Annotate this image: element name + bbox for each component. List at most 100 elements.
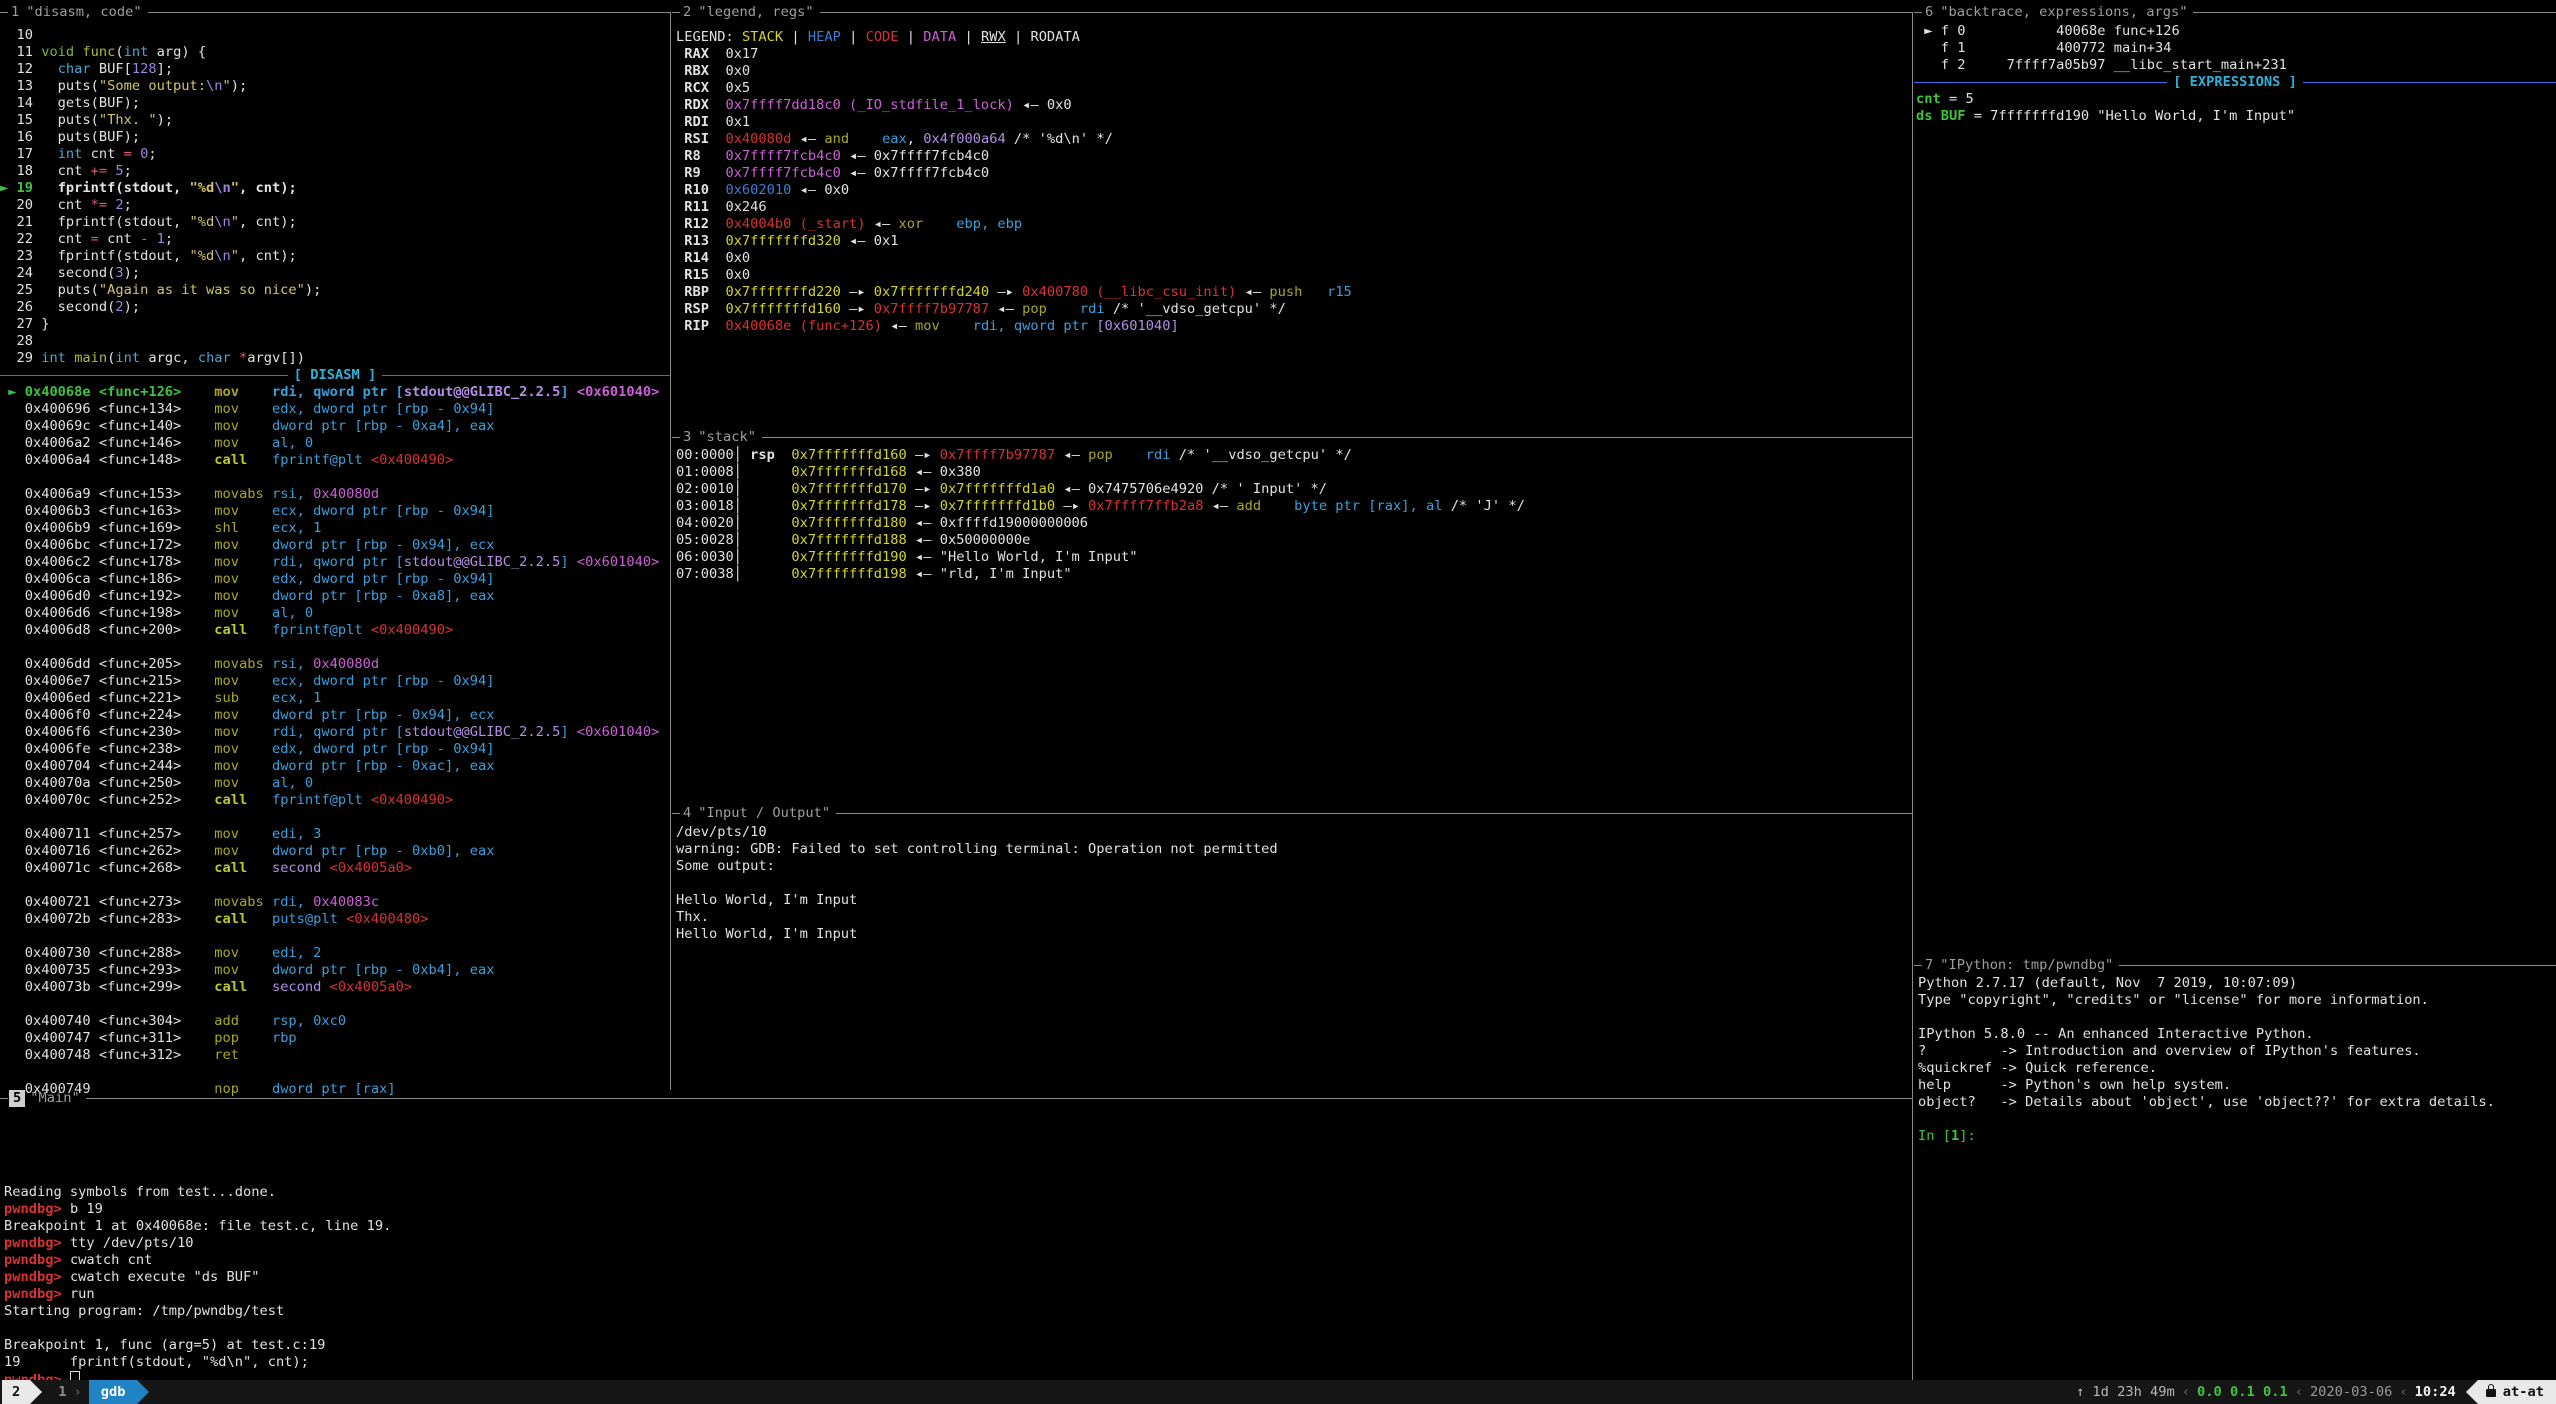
pane-backtrace-expressions[interactable]: 6"backtrace, expressions, args" ► f 0 40… <box>1914 0 2556 957</box>
window-tab-gdb[interactable]: gdb <box>89 1380 138 1404</box>
chevron-left-icon: ‹ <box>2182 1384 2190 1401</box>
text-segment: " <box>231 248 239 264</box>
pane-input-output[interactable]: 4"Input / Output" /dev/pts/10warning: GD… <box>672 805 1912 1090</box>
border-line <box>0 12 8 13</box>
text-segment: 0x7fffffffd180 <box>791 515 906 531</box>
text-segment: ? -> Introduction and overview of IPytho… <box>1918 1043 2421 1059</box>
terminal-row: 19 fprintf(stdout, "%d\n", cnt); <box>4 1354 1912 1371</box>
terminal-row: pwndbg> cwatch execute "ds BUF" <box>4 1269 1912 1286</box>
text-segment: 0x5 <box>725 80 750 96</box>
text-segment: ecx, dword ptr [rbp - 0x94] <box>272 673 495 689</box>
powerline-arrow-icon <box>30 1380 42 1404</box>
terminal-row: 0x4006fe <func+238> mov edx, dword ptr [… <box>0 741 670 758</box>
text-segment: ]: <box>1959 1128 1975 1144</box>
text-segment: <0x400490> <box>371 792 453 808</box>
pane-title-backtrace: 6"backtrace, expressions, args" <box>1914 4 2556 21</box>
terminal-row <box>0 639 670 656</box>
text-segment: —▸ <box>907 481 940 497</box>
text-segment: , cnt); <box>239 180 297 196</box>
text-segment: 0x7ffff7b97787 <box>874 301 989 317</box>
terminal-row: 0x4006a9 <func+153> movabs rsi, 0x40080d <box>0 486 670 503</box>
pane-number: 1 <box>9 4 21 21</box>
text-segment: In [ <box>1918 1128 1951 1144</box>
terminal-row: warning: GDB: Failed to set controlling … <box>676 841 1912 858</box>
load-average: 0.0 0.1 0.1 <box>2197 1384 2288 1401</box>
text-segment: ◂— 0xffffd19000000006 <box>907 515 1088 531</box>
terminal-row: R12 0x4004b0 (_start) ◂— xor ebp, ebp <box>676 216 1912 233</box>
text-segment <box>231 350 239 366</box>
hostname-segment: at-at <box>2478 1380 2556 1404</box>
pane-name: "disasm, code" <box>21 4 147 21</box>
text-segment: 0x7fffffffd220 <box>725 284 840 300</box>
text-segment: 13 puts( <box>0 78 99 94</box>
pane-legend-regs[interactable]: 2"legend, regs" LEGEND: STACK | HEAP | C… <box>672 0 1912 429</box>
terminal-row: f 2 7ffff7a05b97 __libc_start_main+231 <box>1916 57 2556 74</box>
expressions-section-divider: [ EXPRESSIONS ] <box>1914 74 2556 91</box>
text-segment: —▸ <box>907 447 940 463</box>
text-segment <box>1047 301 1080 317</box>
text-segment: 0x7fffffffd190 <box>791 549 906 565</box>
text-segment: Starting program: /tmp/pwndbg/test <box>4 1303 284 1319</box>
pane-title-main: 5"Main" <box>0 1090 1912 1107</box>
pane-stack[interactable]: 3"stack" 00:0000│ rsp 0x7fffffffd160 —▸ … <box>672 429 1912 805</box>
text-segment: 2 <box>115 197 123 213</box>
terminal-row: 0x400711 <func+257> mov edi, 3 <box>0 826 670 843</box>
text-segment: Breakpoint 1, func (arg=5) at test.c:19 <box>4 1337 325 1353</box>
text-segment: push <box>1269 284 1302 300</box>
text-segment: dword ptr [rbp - 0xac], eax <box>272 758 495 774</box>
terminal-row: R14 0x0 <box>676 250 1912 267</box>
pane-ipython[interactable]: 7"IPython: tmp/pwndbg" Python 2.7.17 (de… <box>1914 957 2556 1380</box>
terminal-row: 0x4006d6 <func+198> mov al, 0 <box>0 605 670 622</box>
terminal-row: 0x40070c <func+252> call fprintf@plt <0x… <box>0 792 670 809</box>
text-segment: 0x7fffffffd188 <box>791 532 906 548</box>
text-segment: 0x40068e (func+126) <box>725 318 882 334</box>
terminal-row: 11 void func(int arg) { <box>0 44 670 61</box>
text-segment <box>569 724 577 740</box>
text-segment: ]; <box>157 61 173 77</box>
window-index[interactable]: 1 <box>58 1384 66 1401</box>
text-segment: add <box>214 1013 272 1029</box>
text-segment: Hello World, I'm Input <box>676 926 857 942</box>
terminal-row: 29 int main(int argc, char *argv[]) <box>0 350 670 367</box>
text-segment: ◂— 0x7ffff7fcb4c0 <box>841 165 989 181</box>
status-clock: 10:24 <box>2415 1384 2456 1401</box>
border-line <box>86 1098 1912 1099</box>
text-segment: 0x400721 <func+273> <box>0 894 214 910</box>
text-segment: 0x4006ca <func+186> <box>0 571 214 587</box>
text-segment: int <box>58 146 83 162</box>
text-segment: \n <box>214 248 230 264</box>
divider-line <box>0 375 288 376</box>
pane-title-input-output: 4"Input / Output" <box>672 805 1912 822</box>
text-segment: 27 } <box>0 316 49 332</box>
text-segment: 0x4006d0 <func+192> <box>0 588 214 604</box>
text-segment: 0x40071c <func+268> <box>0 860 214 876</box>
pane-title-stack: 3"stack" <box>672 429 1912 446</box>
text-segment: movabs <box>214 894 272 910</box>
text-segment: 0x7fffffffd168 <box>791 464 906 480</box>
text-segment: al, 0 <box>272 435 313 451</box>
text-segment: 10 <box>0 27 33 43</box>
text-segment: 0x7fffffffd1b0 <box>940 498 1055 514</box>
text-segment <box>321 860 329 876</box>
terminal-row: 0x4006f0 <func+224> mov dword ptr [rbp -… <box>0 707 670 724</box>
pane-main-gdb-console[interactable]: 5"Main" Reading symbols from test...done… <box>0 1090 1912 1380</box>
text-segment <box>775 447 791 463</box>
text-segment: \n <box>214 214 230 230</box>
text-segment: mov <box>214 843 272 859</box>
terminal-row: Starting program: /tmp/pwndbg/test <box>4 1303 1912 1320</box>
terminal-row: 02:0010│ 0x7fffffffd170 —▸ 0x7fffffffd1a… <box>676 481 1912 498</box>
text-segment: mov <box>915 318 940 334</box>
hostname: at-at <box>2503 1384 2544 1401</box>
status-date: 2020-03-06 <box>2310 1384 2392 1401</box>
tmux-session-segment[interactable]: 2 <box>2 1380 30 1404</box>
text-segment: void <box>41 44 74 60</box>
terminal-row: 12 char BUF[128]; <box>0 61 670 78</box>
terminal-row: 0x40073b <func+299> call second <0x4005a… <box>0 979 670 996</box>
text-segment: stdout@@GLIBC_2.2.5 <box>404 554 561 570</box>
terminal-row: 20 cnt *= 2; <box>0 197 670 214</box>
pane-disasm-code[interactable]: 1"disasm, code" 10 11 void func(int arg)… <box>0 0 670 1090</box>
text-segment: 0x4006e7 <func+215> <box>0 673 214 689</box>
text-segment: RBX <box>676 63 725 79</box>
text-segment: mov <box>214 384 272 400</box>
text-segment: <0x400490> <box>371 452 453 468</box>
